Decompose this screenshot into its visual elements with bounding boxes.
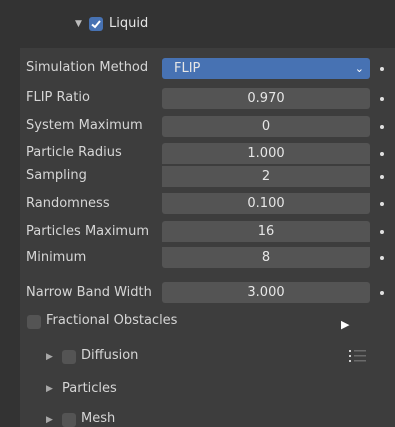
randomness-field[interactable]: 0.100 bbox=[162, 193, 370, 214]
system-maximum-field[interactable]: 0 bbox=[162, 116, 370, 137]
system-maximum-label: System Maximum bbox=[26, 118, 143, 133]
keyframe-dot-icon[interactable] bbox=[380, 152, 384, 156]
randomness-label: Randomness bbox=[26, 196, 110, 211]
checkmark-icon bbox=[91, 20, 101, 29]
simulation-method-value: FLIP bbox=[174, 61, 201, 76]
chevron-down-icon: ⌄ bbox=[354, 62, 364, 75]
flip-ratio-label: FLIP Ratio bbox=[26, 90, 90, 105]
simulation-method-label: Simulation Method bbox=[26, 60, 149, 75]
panel-title: Liquid bbox=[109, 16, 149, 31]
keyframe-dot-icon[interactable] bbox=[380, 175, 384, 179]
subpanel-particles-label[interactable]: Particles bbox=[62, 381, 117, 396]
keyframe-dot-icon[interactable] bbox=[380, 230, 384, 234]
particle-radius-field[interactable]: 1.000 bbox=[162, 143, 370, 164]
keyframe-dot-icon[interactable] bbox=[380, 291, 384, 295]
minimum-field[interactable]: 8 bbox=[162, 247, 370, 268]
keyframe-dot-icon[interactable] bbox=[380, 125, 384, 129]
narrow-band-width-field[interactable]: 3.000 bbox=[162, 282, 370, 303]
keyframe-dot-icon[interactable] bbox=[380, 256, 384, 260]
minimum-label: Minimum bbox=[26, 250, 87, 265]
diffusion-checkbox[interactable] bbox=[62, 350, 76, 364]
sampling-field[interactable]: 2 bbox=[162, 166, 370, 187]
liquid-panel-header[interactable]: ▼ Liquid bbox=[0, 0, 395, 48]
play-icon[interactable]: ▶ bbox=[341, 318, 349, 331]
subpanel-diffusion-label[interactable]: Diffusion bbox=[81, 348, 138, 363]
keyframe-dot-icon[interactable] bbox=[380, 97, 384, 101]
particles-maximum-label: Particles Maximum bbox=[26, 224, 149, 239]
simulation-method-dropdown[interactable]: FLIP ⌄ bbox=[162, 58, 370, 79]
keyframe-dot-icon[interactable] bbox=[380, 202, 384, 206]
particles-maximum-field[interactable]: 16 bbox=[162, 221, 370, 242]
list-icon[interactable] bbox=[349, 349, 367, 363]
flip-ratio-field[interactable]: 0.970 bbox=[162, 88, 370, 109]
collapsed-arrow-icon[interactable]: ▶ bbox=[46, 415, 53, 425]
subpanel-mesh-label[interactable]: Mesh bbox=[81, 411, 115, 426]
fractional-obstacles-label[interactable]: Fractional Obstacles bbox=[46, 313, 177, 328]
particle-radius-label: Particle Radius bbox=[26, 145, 122, 160]
liquid-enable-checkbox[interactable] bbox=[89, 17, 103, 31]
keyframe-dot-icon[interactable] bbox=[380, 67, 384, 71]
expand-arrow-icon[interactable]: ▼ bbox=[75, 19, 82, 29]
mesh-checkbox[interactable] bbox=[62, 413, 76, 427]
narrow-band-width-label: Narrow Band Width bbox=[26, 285, 152, 300]
collapsed-arrow-icon[interactable]: ▶ bbox=[46, 352, 53, 362]
sampling-label: Sampling bbox=[26, 168, 87, 183]
fractional-obstacles-checkbox[interactable] bbox=[27, 315, 41, 329]
collapsed-arrow-icon[interactable]: ▶ bbox=[46, 384, 53, 394]
